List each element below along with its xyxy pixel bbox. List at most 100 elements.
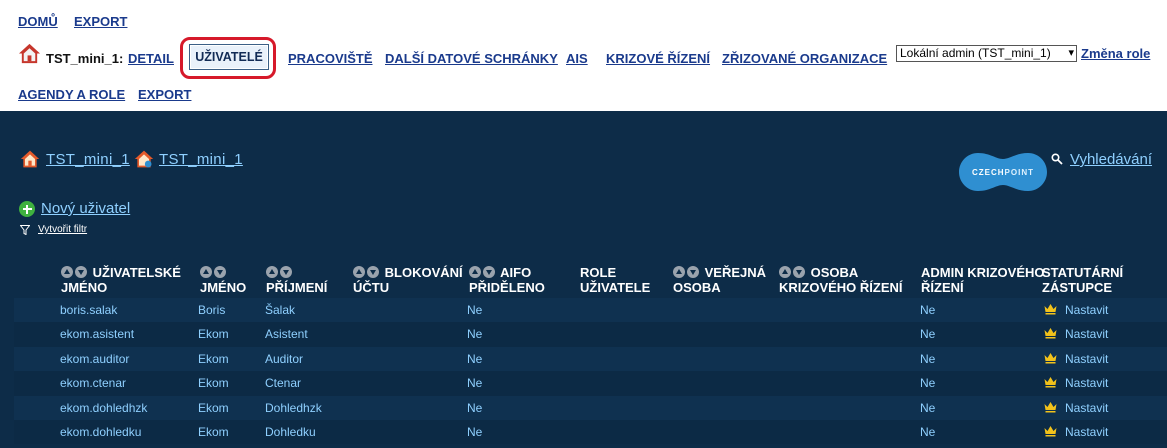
tab-users-active[interactable]: UŽIVATELÉ <box>189 44 269 70</box>
house-icon <box>18 43 41 64</box>
cell-first-name: Ekom <box>198 351 229 366</box>
cell-first-name: Ekom <box>198 327 229 342</box>
cell-crisis-admin: Ne <box>920 376 936 391</box>
cell-aifo: Ne <box>467 327 483 342</box>
cell-first-name: Ekom <box>198 376 229 391</box>
role-select[interactable]: Lokální admin (TST_mini_1) ▾ <box>896 45 1077 62</box>
table-row: ekom.dohledku Ekom Dohledku Ne Ne Nastav… <box>14 419 1167 445</box>
cell-aifo: Ne <box>467 424 483 439</box>
tab-detail[interactable]: DETAIL <box>128 51 174 66</box>
nav-export-link[interactable]: EXPORT <box>74 14 127 29</box>
plus-icon <box>19 201 35 217</box>
cell-first-name: Boris <box>198 303 226 317</box>
tab-export[interactable]: EXPORT <box>138 87 191 102</box>
filter-icon <box>20 225 30 235</box>
crown-icon <box>1044 377 1057 388</box>
cell-first-name: Ekom <box>198 424 229 439</box>
cell-last-name: Asistent <box>265 327 308 342</box>
set-statutory-link[interactable]: Nastavit <box>1065 352 1108 366</box>
tab-workplaces[interactable]: PRACOVIŠTĚ <box>288 51 373 66</box>
sort-down-icon[interactable] <box>483 266 495 278</box>
table-row: ekom.asistent Ekom Asistent Ne Ne Nastav… <box>14 322 1167 347</box>
table-row: ekom.dohledhzk Ekom Dohledhzk Ne Ne Nast… <box>14 395 1167 420</box>
column-header-crisis-person: OSOBA KRIZOVÉHO ŘÍZENÍ <box>779 265 903 295</box>
column-header-first-name: JMÉNO <box>200 265 246 295</box>
cell-username[interactable]: ekom.ctenar <box>60 376 126 390</box>
sort-up-icon[interactable] <box>266 266 278 278</box>
svg-text:CZECHPOINT: CZECHPOINT <box>972 168 1034 177</box>
cell-username[interactable]: ekom.dohledhzk <box>60 401 147 415</box>
chevron-down-icon: ▾ <box>1068 47 1074 59</box>
cell-username[interactable]: ekom.dohledku <box>60 425 141 439</box>
cell-aifo: Ne <box>467 303 483 317</box>
cell-first-name: Ekom <box>198 400 229 415</box>
sort-down-icon[interactable] <box>214 266 226 278</box>
cell-aifo: Ne <box>467 376 483 391</box>
sort-up-icon[interactable] <box>469 266 481 278</box>
column-header-public-person: VEŘEJNÁ OSOBA <box>673 265 767 295</box>
column-header-username: UŽIVATELSKÉ JMÉNO <box>61 265 181 295</box>
search-link[interactable]: Vyhledávání <box>1070 151 1152 168</box>
sort-down-icon[interactable] <box>280 266 292 278</box>
new-user-link[interactable]: Nový uživatel <box>41 200 130 217</box>
search-icon <box>1051 153 1063 165</box>
sort-up-icon[interactable] <box>200 266 212 278</box>
cell-last-name: Auditor <box>265 351 304 366</box>
tab-founded-organizations[interactable]: ZŘIZOVANÉ ORGANIZACE <box>722 51 887 66</box>
main-panel: TST_mini_1 TST_mini_1 CZECHPOINT Vyhledá… <box>0 111 1167 448</box>
column-header-aifo: AIFO PŘIDĚLENO <box>469 265 545 295</box>
role-select-value: Lokální admin (TST_mini_1) <box>900 46 1051 60</box>
tab-crisis-management[interactable]: KRIZOVÉ ŘÍZENÍ <box>606 51 710 66</box>
sort-up-icon[interactable] <box>61 266 73 278</box>
cell-crisis-admin: Ne <box>920 351 936 366</box>
sort-down-icon[interactable] <box>687 266 699 278</box>
cell-username[interactable]: boris.salak <box>60 303 117 317</box>
column-header-statutory: STATUTÁRNÍ ZÁSTUPCE <box>1042 265 1124 295</box>
breadcrumb-unit-link[interactable]: TST_mini_1 <box>159 151 243 168</box>
cell-last-name: Dohledhzk <box>265 400 322 415</box>
cell-last-name: Ctenar <box>265 376 302 391</box>
breadcrumb-org-link[interactable]: TST_mini_1 <box>46 151 130 168</box>
cell-username[interactable]: ekom.auditor <box>60 352 129 366</box>
set-statutory-link[interactable]: Nastavit <box>1065 425 1108 439</box>
change-role-link[interactable]: Změna role <box>1081 46 1150 61</box>
cell-username[interactable]: ekom.asistent <box>60 327 134 341</box>
users-table: boris.salak Boris Šalak Ne Ne Nastavit e… <box>14 298 1167 445</box>
sort-down-icon[interactable] <box>75 266 87 278</box>
top-navigation: DOMŮ EXPORT TST_mini_1: DETAIL UŽIVATELÉ… <box>0 0 1167 111</box>
table-row: boris.salak Boris Šalak Ne Ne Nastavit <box>14 298 1167 323</box>
cell-aifo: Ne <box>467 400 483 415</box>
tab-other-data-boxes[interactable]: DALŠÍ DATOVÉ SCHRÁNKY <box>385 51 558 66</box>
logo-word-czech: CZECH <box>972 168 1005 177</box>
organization-label: TST_mini_1: <box>46 51 124 66</box>
column-header-last-name: PŘÍJMENÍ <box>266 265 327 295</box>
crown-icon <box>1044 401 1057 413</box>
nav-home-link[interactable]: DOMŮ <box>18 14 58 29</box>
sort-down-icon[interactable] <box>793 266 805 278</box>
crown-icon <box>1044 352 1057 364</box>
sort-down-icon[interactable] <box>367 266 379 278</box>
table-row: ekom.ctenar Ekom Ctenar Ne Ne Nastavit <box>14 371 1167 396</box>
set-statutory-link[interactable]: Nastavit <box>1065 401 1108 415</box>
cell-last-name: Šalak <box>265 303 296 317</box>
cell-aifo: Ne <box>467 351 483 366</box>
czechpoint-logo: CZECHPOINT <box>959 153 1047 191</box>
sort-up-icon[interactable] <box>353 266 365 278</box>
house-icon <box>134 150 154 168</box>
tab-ais[interactable]: AIS <box>566 51 588 66</box>
set-statutory-link[interactable]: Nastavit <box>1065 376 1108 390</box>
cell-crisis-admin: Ne <box>920 400 936 415</box>
create-filter-link[interactable]: Vytvořit filtr <box>38 224 87 235</box>
tab-agendas-roles[interactable]: AGENDY A ROLE <box>18 87 125 102</box>
set-statutory-link[interactable]: Nastavit <box>1065 303 1108 317</box>
set-statutory-link[interactable]: Nastavit <box>1065 327 1108 341</box>
table-row: ekom.auditor Ekom Auditor Ne Ne Nastavit <box>14 346 1167 372</box>
column-header-user-role: ROLE UŽIVATELE <box>580 265 651 295</box>
sort-up-icon[interactable] <box>673 266 685 278</box>
cell-crisis-admin: Ne <box>920 303 936 317</box>
column-header-account-blocking: BLOKOVÁNÍ ÚČTU <box>353 265 463 295</box>
cell-last-name: Dohledku <box>265 424 316 439</box>
column-header-crisis-admin: ADMIN KRIZOVÉHO ŘÍZENÍ <box>921 265 1045 295</box>
sort-up-icon[interactable] <box>779 266 791 278</box>
cell-crisis-admin: Ne <box>920 327 936 342</box>
